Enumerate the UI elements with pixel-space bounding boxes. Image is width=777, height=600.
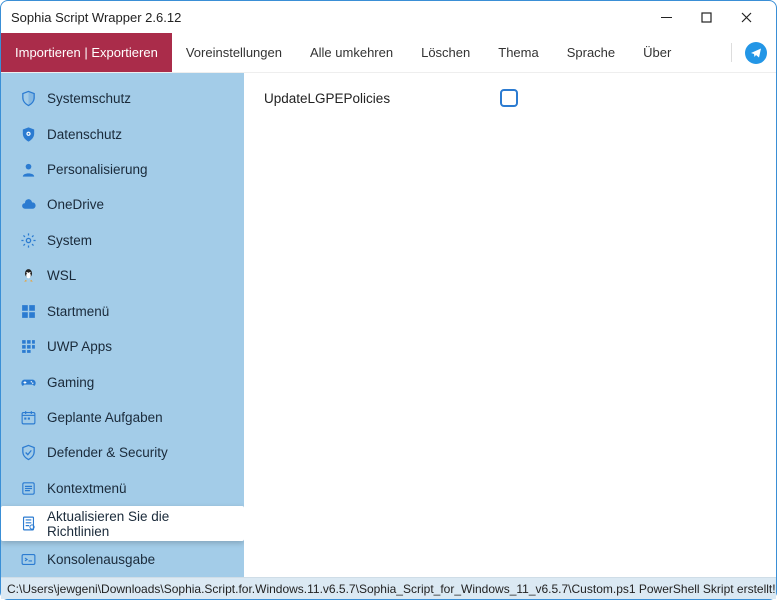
content-area: UpdateLGPEPolicies (244, 73, 776, 577)
sidebar-item-system[interactable]: System (1, 223, 244, 258)
sidebar-item-label: System (47, 233, 92, 248)
shield-icon (19, 90, 37, 108)
menu-about[interactable]: Über (629, 33, 685, 72)
sidebar-item-label: Startmenü (47, 304, 109, 319)
gamepad-icon (19, 373, 37, 391)
maximize-icon (701, 12, 712, 23)
body: Systemschutz Datenschutz Personalisierung O… (1, 73, 776, 577)
sidebar-item-label: Geplante Aufgaben (47, 410, 163, 425)
sidebar-item-uwp-apps[interactable]: UWP Apps (1, 329, 244, 364)
setting-row: UpdateLGPEPolicies (264, 89, 756, 107)
menubar-separator (731, 43, 732, 62)
sidebar-item-systemschutz[interactable]: Systemschutz (1, 81, 244, 116)
calendar-icon (19, 409, 37, 427)
grid-icon (19, 338, 37, 356)
sidebar: Systemschutz Datenschutz Personalisierung O… (1, 73, 244, 577)
sidebar-item-startmen-[interactable]: Startmenü (1, 294, 244, 329)
import-export-button[interactable]: Importieren | Exportieren (1, 33, 172, 72)
sidebar-item-label: WSL (47, 268, 76, 283)
defender-icon (19, 444, 37, 462)
sidebar-item-geplante-aufgaben[interactable]: Geplante Aufgaben (1, 400, 244, 435)
sidebar-item-label: Personalisierung (47, 162, 148, 177)
linux-icon (19, 267, 37, 285)
status-text: C:\Users\jewgeni\Downloads\Sophia.Script… (7, 582, 776, 596)
setting-checkbox[interactable] (500, 89, 518, 107)
sidebar-item-label: Gaming (47, 375, 94, 390)
sidebar-item-onedrive[interactable]: OneDrive (1, 187, 244, 222)
console-icon (19, 550, 37, 568)
sidebar-item-personalisierung[interactable]: Personalisierung (1, 152, 244, 187)
sidebar-item-label: Aktualisieren Sie die Richtlinien (47, 509, 234, 539)
maximize-button[interactable] (686, 3, 726, 31)
sidebar-item-label: Defender & Security (47, 445, 168, 460)
sidebar-item-label: Systemschutz (47, 91, 131, 106)
statusbar: C:\Users\jewgeni\Downloads\Sophia.Script… (1, 577, 776, 599)
sidebar-item-label: Konsolenausgabe (47, 552, 155, 567)
menu-theme[interactable]: Thema (484, 33, 552, 72)
sidebar-item-label: Kontextmenü (47, 481, 127, 496)
window-title: Sophia Script Wrapper 2.6.12 (11, 10, 646, 25)
person-icon (19, 161, 37, 179)
menu-language[interactable]: Sprache (553, 33, 629, 72)
menu-invert-all[interactable]: Alle umkehren (296, 33, 407, 72)
close-button[interactable] (726, 3, 766, 31)
app-window: Sophia Script Wrapper 2.6.12 Importieren… (0, 0, 777, 600)
minimize-icon (661, 12, 672, 23)
policy-icon (19, 515, 37, 533)
sidebar-item-datenschutz[interactable]: Datenschutz (1, 116, 244, 151)
start-icon (19, 302, 37, 320)
sidebar-item-defender-security[interactable]: Defender & Security (1, 435, 244, 470)
menubar-spacer (685, 33, 727, 72)
context-icon (19, 479, 37, 497)
close-icon (741, 12, 752, 23)
gear-icon (19, 231, 37, 249)
eye-shield-icon (19, 125, 37, 143)
sidebar-item-kontextmen-[interactable]: Kontextmenü (1, 471, 244, 506)
cloud-icon (19, 196, 37, 214)
telegram-icon (745, 42, 767, 64)
sidebar-item-label: UWP Apps (47, 339, 112, 354)
telegram-button[interactable] (736, 33, 776, 72)
minimize-button[interactable] (646, 3, 686, 31)
sidebar-item-wsl[interactable]: WSL (1, 258, 244, 293)
sidebar-item-aktualisieren-sie-die-richtlinien[interactable]: Aktualisieren Sie die Richtlinien (1, 506, 244, 541)
titlebar: Sophia Script Wrapper 2.6.12 (1, 1, 776, 33)
menu-delete[interactable]: Löschen (407, 33, 484, 72)
sidebar-item-label: Datenschutz (47, 127, 122, 142)
menu-preferences[interactable]: Voreinstellungen (172, 33, 296, 72)
sidebar-item-konsolenausgabe[interactable]: Konsolenausgabe (1, 541, 244, 576)
sidebar-item-label: OneDrive (47, 197, 104, 212)
setting-label: UpdateLGPEPolicies (264, 91, 390, 106)
sidebar-item-gaming[interactable]: Gaming (1, 364, 244, 399)
menubar: Importieren | Exportieren Voreinstellung… (1, 33, 776, 73)
